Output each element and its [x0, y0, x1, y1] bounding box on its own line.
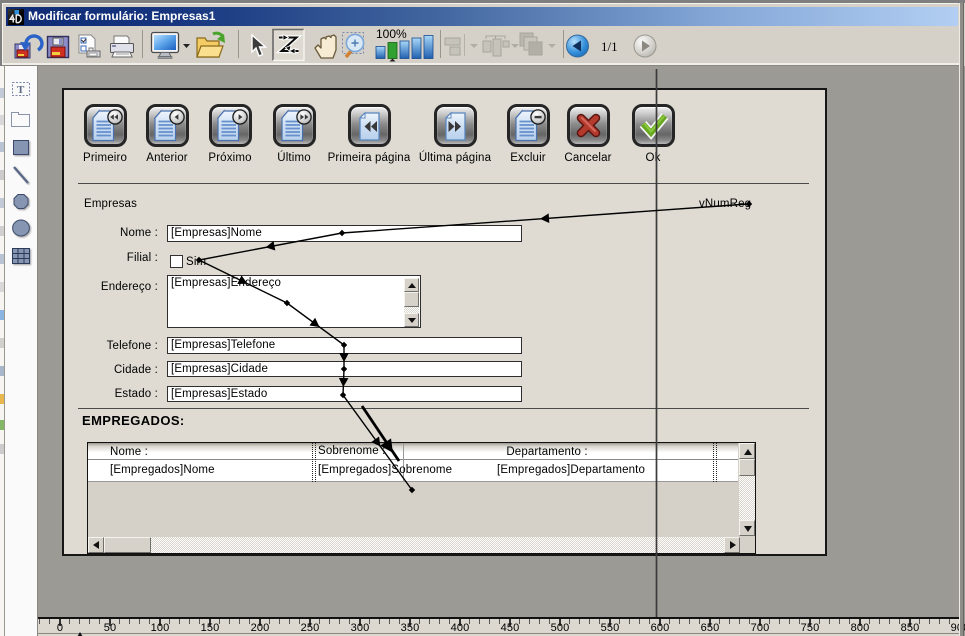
svg-text:1/1: 1/1 — [601, 39, 618, 54]
svg-text:T: T — [17, 84, 25, 96]
svg-text:100%: 100% — [376, 27, 407, 41]
